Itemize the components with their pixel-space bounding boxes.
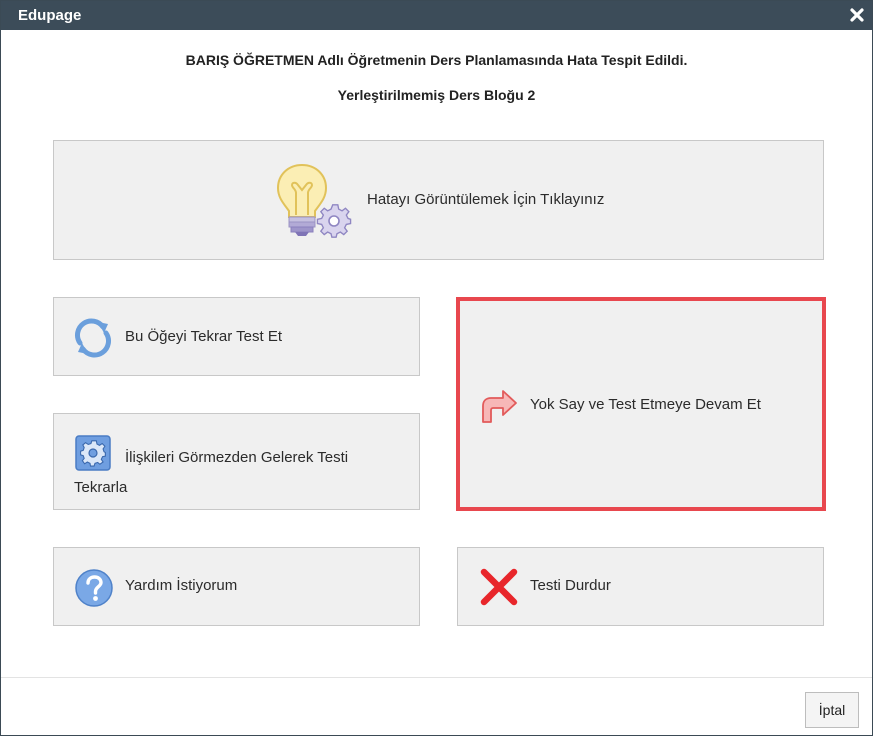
turn-right-arrow-icon [482, 390, 517, 423]
stop-test-button[interactable]: Testi Durdur [457, 547, 824, 626]
retest-ignore-relations-button[interactable]: İlişkileri Görmezden Gelerek Testi Tekra… [53, 413, 420, 510]
skip-continue-button[interactable]: Yok Say ve Test Etmeye Devam Et [456, 297, 826, 511]
view-error-label: Hatayı Görüntülemek İçin Tıklayınız [367, 191, 605, 208]
window-title: Edupage [18, 7, 82, 24]
stop-test-label: Testi Durdur [530, 577, 611, 594]
view-error-button[interactable]: Hatayı Görüntülemek İçin Tıklayınız [53, 140, 824, 260]
red-x-icon [480, 568, 518, 606]
help-question-icon [75, 569, 113, 607]
lightbulb-gear-icon [276, 163, 352, 238]
error-message-detail: Yerleştirilmemiş Ders Bloğu 2 [337, 87, 536, 103]
edupage-dialog: Edupage BARIŞ ÖĞRETMEN Adlı Öğretmenin D… [0, 0, 873, 736]
refresh-icon [75, 318, 111, 358]
help-label: Yardım İstiyorum [125, 577, 238, 594]
retest-ignore-relations-label: İlişkileri Görmezden Gelerek Testi Tekra… [74, 449, 349, 496]
retest-item-label: Bu Öğeyi Tekrar Test Et [125, 328, 283, 345]
skip-continue-label: Yok Say ve Test Etmeye Devam Et [530, 396, 761, 413]
help-button[interactable]: Yardım İstiyorum [53, 547, 420, 626]
footer-divider [1, 677, 872, 678]
error-message-title: BARIŞ ÖĞRETMEN Adlı Öğretmenin Ders Plan… [185, 52, 688, 68]
cancel-button[interactable]: İptal [805, 692, 859, 728]
retest-item-button[interactable]: Bu Öğeyi Tekrar Test Et [53, 297, 420, 376]
close-icon[interactable] [847, 5, 867, 25]
title-bar: Edupage [1, 1, 872, 30]
